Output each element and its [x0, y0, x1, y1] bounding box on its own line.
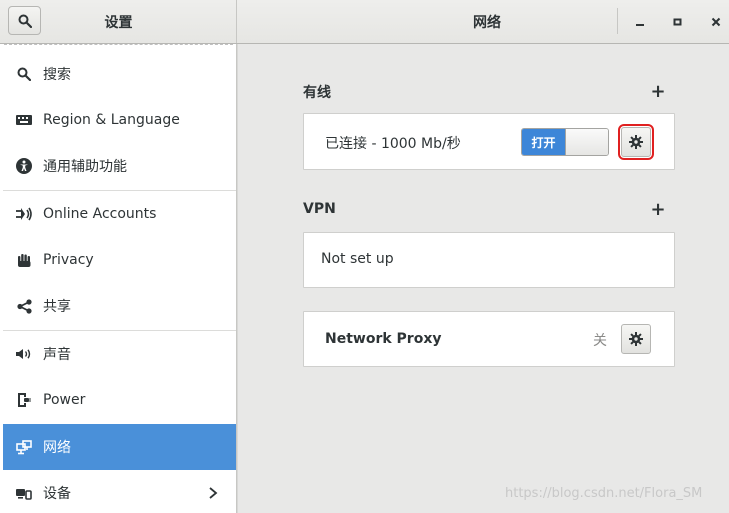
sidebar-item-search[interactable]: 搜索: [3, 51, 236, 97]
sidebar: 搜索 Region & Language 通用辅助功能 Online Accou…: [0, 44, 237, 513]
vpn-status: Not set up: [321, 251, 394, 267]
online-accounts-icon: [15, 205, 33, 223]
proxy-settings-button[interactable]: [621, 324, 651, 354]
maximize-icon: [673, 18, 682, 26]
network-icon: [15, 438, 33, 456]
network-proxy-row[interactable]: Network Proxy 关: [303, 311, 675, 367]
toggle-on-label: 打开: [522, 129, 565, 155]
sidebar-item-accessibility[interactable]: 通用辅助功能: [3, 143, 236, 189]
share-icon: [15, 297, 33, 315]
panel-header: 网络: [237, 0, 729, 43]
power-icon: [15, 391, 33, 409]
sidebar-item-label: 声音: [43, 347, 71, 363]
sidebar-item-label: Privacy: [43, 252, 94, 268]
wired-settings-button[interactable]: [618, 124, 654, 160]
sidebar-item-region-language[interactable]: Region & Language: [3, 97, 236, 143]
wired-section-title: 有线: [303, 85, 331, 101]
sidebar-item-sharing[interactable]: 共享: [3, 283, 236, 329]
page-title: 网络: [473, 15, 501, 31]
vpn-row: Not set up: [303, 232, 675, 288]
keyboard-icon: [15, 111, 33, 129]
vpn-section-title: VPN: [303, 201, 336, 217]
devices-icon: [15, 484, 33, 502]
gear-icon: [629, 135, 643, 149]
close-button[interactable]: [706, 12, 726, 32]
sidebar-item-label: 共享: [43, 299, 71, 315]
add-wired-button[interactable]: +: [650, 81, 666, 102]
minimize-icon: [636, 24, 644, 26]
chevron-right-icon: [209, 487, 218, 499]
sidebar-item-power[interactable]: Power: [3, 377, 236, 423]
toggle-knob: [565, 129, 608, 155]
sidebar-item-label: Region & Language: [43, 112, 180, 128]
header-bar: 设置 网络: [0, 0, 729, 44]
sidebar-item-label: 搜索: [43, 67, 71, 83]
sidebar-item-online-accounts[interactable]: Online Accounts: [3, 191, 236, 237]
add-vpn-button[interactable]: +: [650, 199, 666, 220]
sidebar-item-label: 设备: [43, 486, 71, 502]
maximize-button[interactable]: [668, 12, 688, 32]
settings-title: 设置: [104, 15, 133, 31]
accessibility-icon: [15, 157, 33, 175]
speaker-icon: [15, 345, 33, 363]
network-panel: 有线 + 已连接 - 1000 Mb/秒 打开 VPN + Not set up…: [238, 44, 729, 513]
sidebar-item-label: Power: [43, 392, 86, 408]
proxy-state: 关: [593, 333, 607, 349]
network-proxy-label: Network Proxy: [325, 331, 442, 347]
wired-status: 已连接 - 1000 Mb/秒: [325, 136, 461, 152]
watermark: https://blog.csdn.net/Flora_SM: [505, 486, 703, 501]
hand-icon: [15, 251, 33, 269]
sidebar-item-sound[interactable]: 声音: [3, 331, 236, 377]
sidebar-header: 设置: [0, 0, 237, 43]
sidebar-item-privacy[interactable]: Privacy: [3, 237, 236, 283]
search-icon: [15, 65, 33, 83]
gear-icon: [629, 332, 643, 346]
sidebar-item-label: 通用辅助功能: [43, 159, 127, 175]
header-separator: [617, 8, 618, 34]
wired-connection-row: 已连接 - 1000 Mb/秒 打开: [303, 113, 675, 170]
sidebar-item-label: Online Accounts: [43, 206, 157, 222]
close-icon: [711, 17, 721, 27]
sidebar-item-network[interactable]: 网络: [3, 424, 236, 470]
wired-toggle-switch[interactable]: 打开: [521, 128, 609, 156]
sidebar-item-devices[interactable]: 设备: [3, 470, 236, 513]
minimize-button[interactable]: [630, 12, 650, 32]
sidebar-edge: [4, 44, 233, 45]
sidebar-item-label: 网络: [43, 440, 71, 456]
